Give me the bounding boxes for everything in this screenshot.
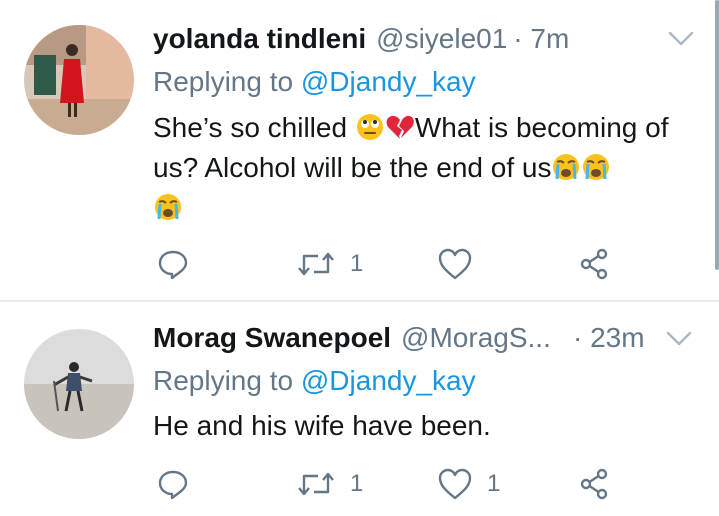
- retweet-count: 1: [350, 470, 364, 497]
- retweet-button[interactable]: 1: [296, 464, 363, 504]
- rolling-eyes-emoji: [356, 114, 383, 140]
- reply-icon: [158, 470, 188, 500]
- chevron-down-icon[interactable]: [668, 30, 694, 48]
- tweet[interactable]: yolanda tindleni @siyele01 · 7m Replying…: [0, 0, 719, 300]
- replying-to: Replying to @Djandy_kay: [153, 66, 476, 98]
- share-icon: [580, 248, 608, 280]
- timestamp[interactable]: · 7m: [513, 23, 569, 55]
- user-handle[interactable]: @siyele01: [376, 23, 507, 55]
- mention-link[interactable]: @Djandy_kay: [301, 66, 476, 97]
- replying-to: Replying to @Djandy_kay: [153, 365, 476, 397]
- crying-face-emoji: [155, 194, 181, 220]
- display-name[interactable]: yolanda tindleni: [153, 23, 366, 55]
- replying-to-label: Replying to: [153, 365, 301, 396]
- tweet-actions: 1 1: [0, 464, 719, 504]
- like-button[interactable]: 1: [437, 464, 500, 504]
- reply-button[interactable]: [156, 464, 190, 504]
- avatar[interactable]: [24, 25, 134, 135]
- retweet-count: 1: [350, 250, 364, 277]
- retweet-icon: [298, 252, 334, 276]
- like-count: 1: [487, 470, 501, 497]
- retweet-button[interactable]: 1: [296, 244, 363, 284]
- user-handle[interactable]: @MoragS...: [401, 322, 551, 354]
- tweet-text-part: She’s so chilled: [153, 112, 355, 143]
- avatar[interactable]: [24, 329, 134, 439]
- heart-icon: [438, 248, 472, 280]
- tweet-actions: 1: [0, 244, 719, 284]
- broken-heart-emoji: [386, 115, 414, 139]
- tweet[interactable]: Morag Swanepoel @MoragS... · 23m Replyin…: [0, 302, 719, 516]
- timestamp[interactable]: · 23m: [573, 322, 645, 354]
- replying-to-label: Replying to: [153, 66, 301, 97]
- chevron-down-icon[interactable]: [666, 330, 692, 348]
- like-button[interactable]: [437, 244, 487, 284]
- reply-icon: [158, 250, 188, 280]
- share-button[interactable]: [578, 464, 612, 504]
- tweet-header: yolanda tindleni @siyele01 · 7m: [153, 21, 569, 57]
- tweet-text: She’s so chilled What is becoming of us?…: [153, 108, 693, 228]
- crying-face-emoji: [553, 154, 580, 180]
- heart-icon: [438, 468, 472, 500]
- scrollbar[interactable]: [715, 0, 719, 270]
- tweet-text: He and his wife have been.: [153, 410, 491, 441]
- mention-link[interactable]: @Djandy_kay: [301, 365, 476, 396]
- retweet-icon: [298, 472, 334, 496]
- tweet-header: Morag Swanepoel @MoragS... · 23m: [153, 320, 645, 356]
- display-name[interactable]: Morag Swanepoel: [153, 322, 391, 354]
- share-icon: [580, 468, 608, 500]
- crying-face-emoji: [583, 154, 610, 180]
- share-button[interactable]: [578, 244, 612, 284]
- reply-button[interactable]: [156, 244, 190, 284]
